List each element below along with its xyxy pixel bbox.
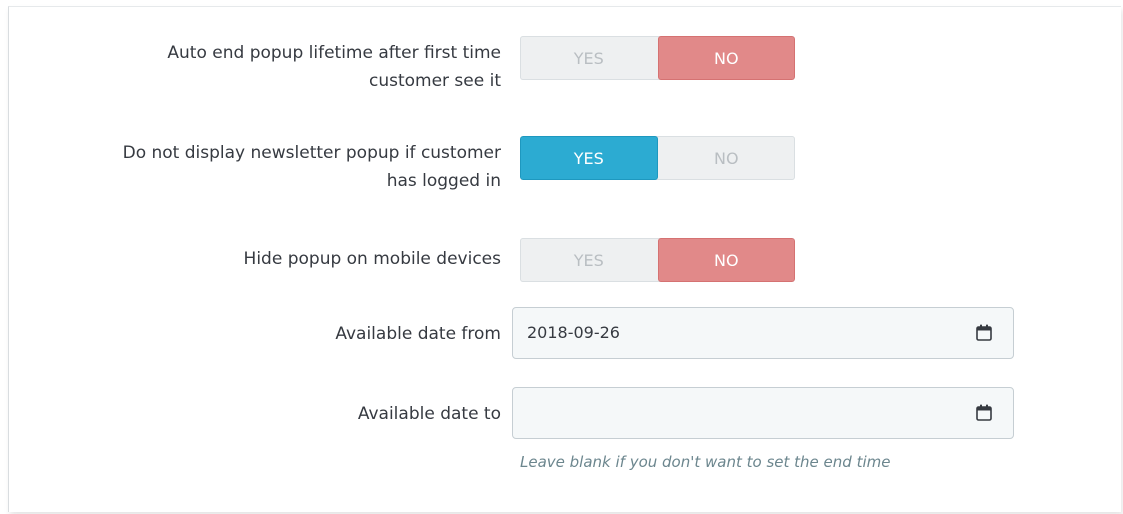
date-to-help-text: Leave blank if you don't want to set the…	[520, 453, 891, 471]
date-from-label: Available date from	[335, 324, 501, 344]
auto-end-label-line2: customer see it	[368, 71, 501, 91]
hide-logged-no-option[interactable]: NO	[658, 136, 796, 180]
hide-mobile-yes-option[interactable]: YES	[520, 238, 658, 282]
auto-end-label: Auto end popup lifetime after first time…	[167, 39, 501, 95]
date-from-value: 2018-09-26	[527, 323, 620, 342]
settings-panel: Auto end popup lifetime after first time…	[8, 6, 1121, 512]
date-to-label: Available date to	[357, 404, 501, 424]
hide-mobile-switch: YES NO	[520, 238, 795, 282]
hide-mobile-label: Hide popup on mobile devices	[243, 249, 501, 269]
hide-logged-yes-option[interactable]: YES	[520, 136, 658, 180]
auto-end-label-line1: Auto end popup lifetime after first time	[167, 43, 501, 63]
hide-logged-label-line2: has logged in	[386, 171, 501, 191]
date-from-input[interactable]: 2018-09-26	[512, 307, 1014, 359]
hide-logged-switch: YES NO	[520, 136, 795, 180]
hide-mobile-no-option[interactable]: NO	[657, 238, 795, 282]
calendar-icon[interactable]	[976, 324, 992, 341]
hide-logged-label: Do not display newsletter popup if custo…	[123, 139, 501, 195]
auto-end-yes-option[interactable]: YES	[520, 36, 658, 80]
auto-end-switch: YES NO	[520, 36, 795, 80]
date-to-input[interactable]	[512, 387, 1014, 439]
hide-logged-label-line1: Do not display newsletter popup if custo…	[122, 143, 501, 163]
auto-end-no-option[interactable]: NO	[657, 36, 795, 80]
calendar-icon[interactable]	[976, 404, 992, 421]
